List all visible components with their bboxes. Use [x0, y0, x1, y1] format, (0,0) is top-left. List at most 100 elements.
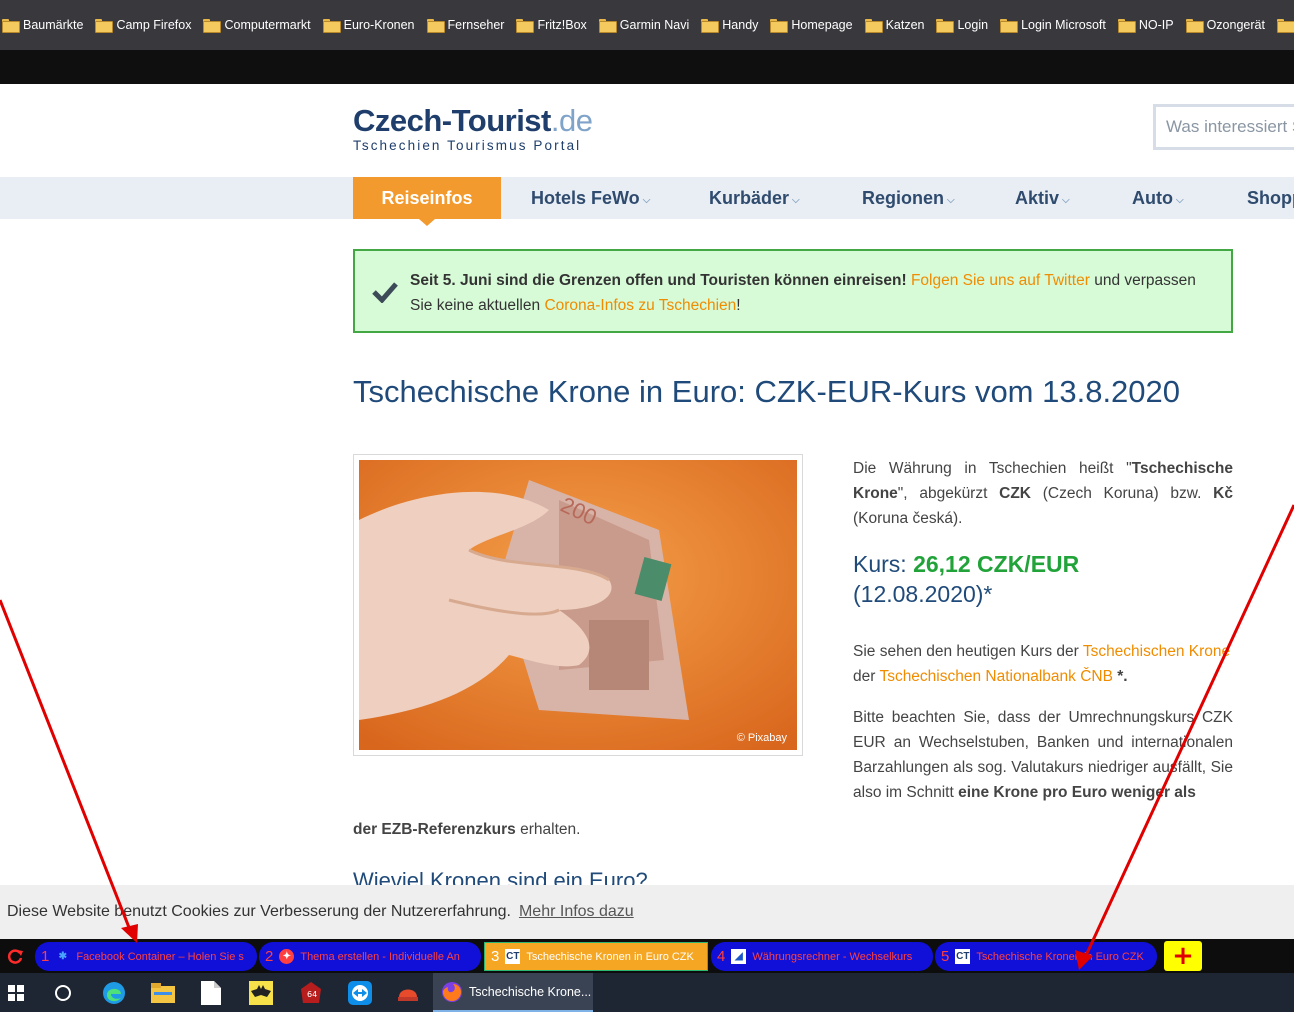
folder-icon: [203, 19, 222, 33]
bookmark-item[interactable]: Garmin Navi: [598, 18, 689, 33]
text-bold: der EZB-Referenzkurs: [353, 821, 516, 838]
helmet-app-icon[interactable]: [393, 978, 423, 1008]
nav-item-hotels[interactable]: Hotels FeWo ⌵: [531, 177, 650, 219]
text: der: [853, 668, 880, 685]
taskbar-firefox-window[interactable]: Tschechische Krone...: [433, 973, 593, 1012]
chart-icon: ◢: [731, 949, 747, 964]
chevron-down-icon: ⌵: [642, 195, 651, 206]
tab-number: 2: [265, 948, 274, 965]
bookmark-item[interactable]: Programm: [1276, 18, 1294, 33]
tab-label: Thema erstellen - Individuelle An: [300, 950, 460, 963]
main-nav: Reiseinfos Hotels FeWo ⌵ Kurbäder ⌵ Region…: [0, 177, 1294, 226]
flame-icon: ✦: [279, 949, 295, 964]
nav-item-kurbaeder[interactable]: Kurbäder ⌵: [709, 177, 800, 219]
folder-icon: [1276, 19, 1294, 33]
nav-label: Hotels FeWo: [531, 187, 640, 208]
kurs-date: (12.08.2020)*: [853, 581, 993, 607]
bookmark-item[interactable]: Login: [936, 18, 989, 33]
gaming-app-icon[interactable]: 64: [296, 978, 326, 1008]
nav-item-regionen[interactable]: Regionen ⌵: [862, 177, 955, 219]
nav-item-aktiv[interactable]: Aktiv ⌵: [1015, 177, 1070, 219]
text: (Koruna česká).: [853, 510, 963, 527]
bookmark-item[interactable]: Baumärkte: [2, 18, 83, 33]
bookmark-item[interactable]: Handy: [701, 18, 758, 33]
reload-icon[interactable]: [6, 948, 24, 966]
new-tab-button[interactable]: +: [1164, 941, 1202, 971]
tab-3-active[interactable]: 3 CT Tschechische Kronen in Euro CZK: [484, 942, 708, 971]
tab-5[interactable]: 5 CT Tschechische Kronen in Euro CZK: [935, 942, 1157, 971]
bookmark-item[interactable]: Katzen: [864, 18, 924, 33]
notice-end: !: [736, 297, 741, 314]
text-bold: CZK: [999, 485, 1031, 502]
bookmark-item[interactable]: NO-IP: [1117, 18, 1174, 33]
bookmark-label: Login Microsoft: [1021, 18, 1106, 32]
folder-icon: [322, 19, 341, 33]
windows-taskbar: 64 Tschechische Krone...: [0, 973, 1294, 1012]
folder-icon: [426, 19, 445, 33]
chevron-down-icon: ⌵: [1175, 195, 1184, 206]
tab-number: 1: [41, 948, 50, 965]
chevron-down-icon: ⌵: [792, 195, 800, 206]
windows-start-icon[interactable]: [1, 978, 31, 1008]
bookmark-item[interactable]: Camp Firefox: [95, 18, 192, 33]
tab-2[interactable]: 2 ✦ Thema erstellen - Individuelle An: [259, 942, 481, 971]
krone-link[interactable]: Tschechischen Krone: [1083, 643, 1230, 660]
cookie-banner: Diese Website benutzt Cookies zur Verbes…: [0, 885, 1294, 939]
nav-item-auto[interactable]: Auto ⌵: [1132, 177, 1184, 219]
document-icon[interactable]: [196, 978, 226, 1008]
kurs-value: 26,12: [913, 551, 971, 577]
edge-icon[interactable]: [99, 978, 129, 1008]
logo-main: Czech-Tourist: [353, 103, 551, 138]
text: (Czech Koruna) bzw.: [1031, 485, 1214, 502]
kurs-unit: CZK/EUR: [977, 551, 1080, 577]
article-text: Die Währung in Tschechien heißt " Tschech…: [853, 456, 1233, 821]
bookmark-item[interactable]: Computermarkt: [203, 18, 311, 33]
cookie-more-link[interactable]: Mehr Infos dazu: [519, 903, 634, 921]
cnb-link[interactable]: Tschechischen Nationalbank ČNB: [879, 668, 1112, 685]
nav-item-shopping[interactable]: Shopping: [1247, 177, 1294, 219]
kurs-label: Kurs:: [853, 551, 907, 577]
folder-icon: [516, 19, 535, 33]
tab-label: Tschechische Kronen in Euro CZK: [976, 950, 1144, 963]
search-input[interactable]: [1153, 104, 1294, 150]
teamviewer-icon[interactable]: [345, 978, 375, 1008]
corona-info-link[interactable]: Corona-Infos zu Tschechien: [544, 297, 736, 314]
bookmark-item[interactable]: Ozongerät: [1185, 18, 1265, 33]
bookmark-item[interactable]: Fritz!Box: [516, 18, 587, 33]
tab-4[interactable]: 4 ◢ Währungsrechner - Wechselkurs: [711, 942, 933, 971]
bookmark-label: Fernseher: [447, 18, 505, 32]
twitter-link[interactable]: Folgen Sie uns auf Twitter: [911, 272, 1090, 289]
tab-1[interactable]: 1 ✱ Facebook Container – Holen Sie s: [35, 942, 257, 971]
bookmark-label: Camp Firefox: [116, 18, 192, 32]
article-image-frame: 200 © Pixabay: [353, 454, 803, 756]
text: Die Währung in Tschechien heißt ": [853, 460, 1132, 477]
file-explorer-icon[interactable]: [148, 978, 178, 1008]
tab-label: Währungsrechner - Wechselkurs: [752, 950, 913, 963]
bat-app-icon[interactable]: [246, 978, 276, 1008]
firefox-icon: [442, 981, 462, 1002]
bookmark-item[interactable]: Homepage: [770, 18, 853, 33]
svg-text:64: 64: [307, 990, 317, 999]
text-bold: Kč: [1213, 485, 1233, 502]
bookmark-label: NO-IP: [1138, 18, 1174, 32]
page-title: Tschechische Krone in Euro: CZK-EUR-Kurs…: [353, 374, 1181, 409]
browser-toolbar-strip: [0, 50, 1294, 84]
czech-tourist-icon: CT: [955, 949, 971, 964]
nav-label: Auto: [1132, 187, 1173, 208]
bookmark-item[interactable]: Fernseher: [426, 18, 505, 33]
bookmark-item[interactable]: Login Microsoft: [1000, 18, 1106, 33]
bookmark-label: Login: [957, 18, 989, 32]
folder-icon: [2, 19, 20, 33]
text: ", abgekürzt: [897, 485, 1000, 502]
bookmark-item[interactable]: Euro-Kronen: [322, 18, 415, 33]
logo-subtitle: Tschechien Tourismus Portal: [353, 138, 582, 153]
note-paragraph-tail: der EZB-Referenzkurs erhalten.: [353, 817, 580, 842]
folder-icon: [864, 19, 883, 33]
text-bold: eine Krone pro Euro weniger als: [958, 784, 1196, 801]
site-logo[interactable]: Czech-Tourist.de Tschechien Tourismus Po…: [353, 104, 593, 154]
search-circle-icon[interactable]: [48, 978, 78, 1008]
nav-item-reiseinfos[interactable]: Reiseinfos: [353, 177, 501, 226]
bookmark-label: Fritz!Box: [537, 18, 587, 32]
folder-icon: [95, 19, 114, 33]
money-photo: 200 © Pixabay: [359, 460, 797, 750]
